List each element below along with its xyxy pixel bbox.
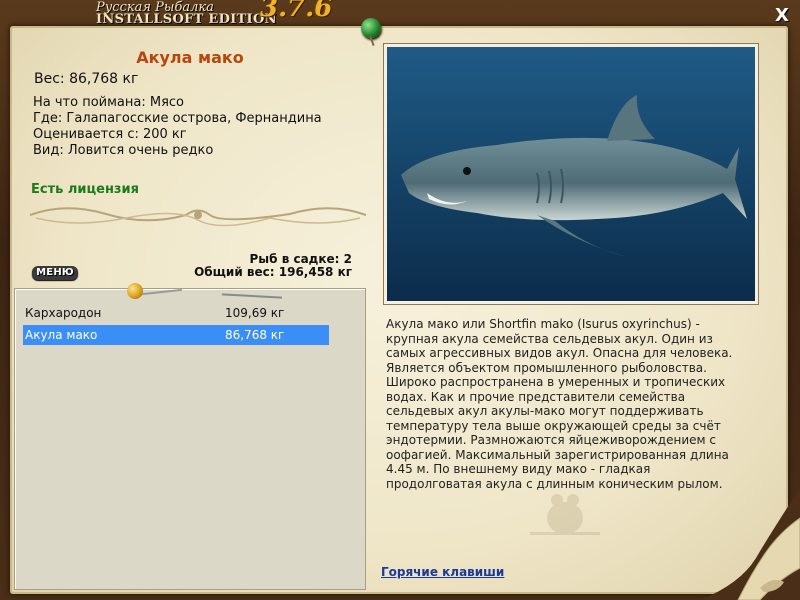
fish-info: На что поймана: Мясо Где: Галапагосские … xyxy=(33,95,322,159)
menu-button[interactable]: МЕНЮ xyxy=(32,266,78,280)
ornament-divider-icon xyxy=(29,207,367,227)
page-curl-icon xyxy=(700,488,800,600)
fish-description: Акула мако или Shortfin mako (Isurus oxy… xyxy=(386,317,733,491)
list-item-weight: 109,69 кг xyxy=(225,306,285,320)
caught-on: На что поймана: Мясо xyxy=(33,95,185,110)
keepnet-total-weight: Общий вес: 196,458 кг xyxy=(194,265,352,279)
logo-edition: INSTALLSOFT EDITION xyxy=(96,12,277,27)
close-button[interactable]: X xyxy=(772,6,792,26)
shark-icon xyxy=(387,47,755,301)
location: Где: Галапагосские острова, Фернандина xyxy=(33,111,322,126)
fish-weight: Вес: 86,768 кг xyxy=(34,71,139,87)
list-item-weight: 86,768 кг xyxy=(225,328,285,342)
green-pin-icon xyxy=(361,18,381,38)
license-status: Есть лицензия xyxy=(31,182,139,197)
list-item-name: Кархародон xyxy=(25,306,102,320)
logo-version: 3.7.6 xyxy=(260,0,333,23)
fish-name: Акула мако xyxy=(136,48,244,67)
list-item-name: Акула мако xyxy=(25,328,98,342)
list-item-selected[interactable]: Акула мако 86,768 кг xyxy=(23,325,329,345)
app-logo: Русская Рыбалка INSTALLSOFT EDITION 3.7.… xyxy=(96,0,332,27)
keepnet-list[interactable]: Кархародон 109,69 кг Акула мако 86,768 к… xyxy=(14,288,366,590)
yellow-pin-icon xyxy=(127,283,143,299)
fisherman-watermark-icon xyxy=(530,494,600,535)
keepnet-count: Рыб в садке: 2 xyxy=(249,252,353,266)
hotkeys-link[interactable]: Горячие клавиши xyxy=(381,565,504,579)
fish-photo xyxy=(384,44,758,304)
valued-from: Оценивается с: 200 кг xyxy=(33,127,187,142)
list-item[interactable]: Кархародон 109,69 кг xyxy=(23,303,329,323)
rarity: Вид: Ловится очень редко xyxy=(33,143,214,158)
